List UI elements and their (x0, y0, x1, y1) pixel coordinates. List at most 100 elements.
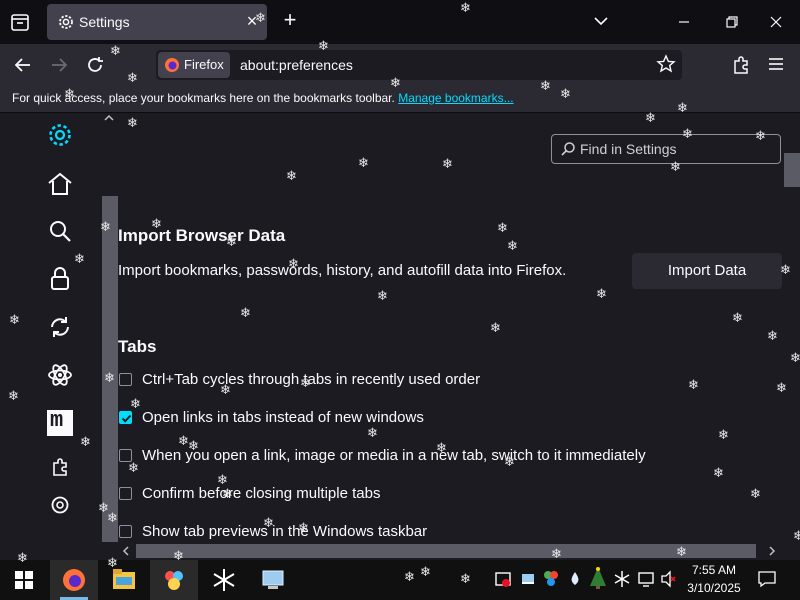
snowflake-icon[interactable] (614, 570, 630, 588)
url-text[interactable]: about:preferences (240, 57, 353, 73)
snowflake: ❄ (127, 116, 138, 131)
taskbar-app-control-panel[interactable] (250, 560, 298, 600)
find-in-settings-input[interactable] (580, 137, 776, 161)
search-icon (561, 142, 575, 156)
hamburger-menu-icon[interactable] (766, 54, 786, 74)
identity-label: Firefox (184, 57, 224, 72)
url-bar[interactable]: Firefox about:preferences (156, 50, 682, 80)
option-label: Confirm before closing multiple tabs (142, 485, 381, 502)
extensions-puzzle-icon[interactable] (730, 54, 752, 76)
windows-taskbar: 7:55 AM 3/10/2025 (0, 560, 800, 600)
checkbox[interactable] (119, 373, 132, 386)
snowflake: ❄ (688, 378, 699, 393)
close-tab-icon[interactable]: × (243, 12, 261, 30)
sidebar-item-experimental[interactable] (46, 361, 74, 389)
water-drop-icon[interactable] (567, 570, 583, 588)
option-label: When you open a link, image or media in … (142, 447, 646, 464)
tab-settings[interactable]: Settings × (47, 4, 267, 40)
checkbox[interactable] (119, 449, 132, 462)
snowflake-app-icon (213, 569, 235, 591)
sidebar-item-sync[interactable] (46, 313, 74, 341)
checkbox[interactable] (119, 525, 132, 538)
identity-box[interactable]: Firefox (158, 52, 230, 78)
windows-start-button[interactable] (0, 560, 48, 600)
snowflake: ❄ (596, 287, 607, 302)
checkbox-checked[interactable] (119, 411, 132, 424)
snowflake: ❄ (497, 221, 508, 236)
windows-start-icon (15, 571, 33, 589)
battery-icon[interactable] (520, 570, 536, 588)
bookmarks-prompt-text: For quick access, place your bookmarks h… (12, 91, 395, 105)
list-all-tabs-icon[interactable] (8, 10, 32, 34)
notification-icon[interactable] (758, 570, 776, 588)
option-label: Show tab previews in the Windows taskbar (142, 523, 428, 540)
snowflake: ❄ (645, 111, 656, 126)
volume-muted-icon[interactable] (660, 570, 676, 588)
taskbar-app-snowflake[interactable] (200, 560, 248, 600)
clock-date[interactable]: 3/10/2025 (678, 581, 750, 595)
sidebar-item-privacy[interactable] (46, 265, 74, 293)
snowflake: ❄ (442, 157, 453, 172)
close-window-icon[interactable] (766, 12, 786, 32)
snowflake: ❄ (128, 461, 139, 476)
gear-icon (59, 15, 73, 29)
bookmark-star-icon[interactable] (656, 54, 676, 74)
firefox-icon (63, 569, 85, 591)
snowflake: ❄ (490, 321, 501, 336)
taskbar-app-file-explorer[interactable] (100, 560, 148, 600)
snowflake: ❄ (367, 426, 378, 441)
sidebar-item-more-from-mozilla[interactable]: m (47, 408, 73, 436)
sidebar-item-support[interactable] (50, 495, 70, 515)
sidebar-item-home[interactable] (46, 170, 74, 198)
taskbar-app[interactable] (150, 560, 198, 600)
scroll-up-arrow-icon[interactable] (103, 112, 115, 124)
security-icon[interactable] (495, 570, 511, 588)
network-share-icon[interactable] (543, 570, 559, 588)
snowflake: ❄ (286, 169, 297, 184)
find-in-settings-box[interactable] (551, 134, 781, 164)
scroll-right-arrow-icon[interactable] (766, 545, 778, 557)
back-arrow-icon[interactable] (12, 54, 34, 76)
forward-arrow-icon[interactable] (48, 54, 70, 76)
snowflake: ❄ (713, 466, 724, 481)
tabs-section-heading: Tabs (118, 337, 157, 356)
restore-icon[interactable] (722, 12, 742, 32)
snowflake: ❄ (732, 311, 743, 326)
snowflake: ❄ (240, 306, 251, 321)
import-section-heading: Import Browser Data (118, 226, 286, 245)
snowflake: ❄ (377, 289, 388, 304)
chevron-down-icon[interactable] (592, 12, 610, 30)
tab-strip: Settings × + (0, 0, 800, 44)
checkbox[interactable] (119, 487, 132, 500)
scroll-left-arrow-icon[interactable] (120, 545, 132, 557)
import-data-button[interactable]: Import Data (632, 253, 782, 289)
import-description: Import bookmarks, passwords, history, an… (118, 262, 567, 279)
page-scrollbar-thumb[interactable] (784, 153, 800, 187)
sidebar-item-extensions[interactable] (49, 456, 71, 478)
file-explorer-icon (113, 569, 135, 589)
clock-time[interactable]: 7:55 AM (678, 563, 750, 577)
minimize-icon[interactable] (674, 12, 694, 32)
horizontal-scrollbar-thumb[interactable] (136, 544, 756, 558)
new-tab-button[interactable]: + (280, 9, 300, 32)
option-label: Open links in tabs instead of new window… (142, 409, 424, 426)
reload-icon[interactable] (84, 54, 106, 76)
sidebar-item-search[interactable] (46, 217, 74, 245)
snowflake: ❄ (718, 428, 729, 443)
firefox-logo-icon (165, 58, 179, 72)
tree-icon[interactable] (588, 566, 608, 590)
taskbar-app-firefox[interactable] (50, 560, 98, 600)
tab-title: Settings (79, 14, 130, 30)
display-icon[interactable] (638, 570, 654, 588)
sidebar-scrollbar[interactable] (102, 196, 118, 542)
sidebar-item-general[interactable] (46, 121, 74, 149)
bookmarks-toolbar: For quick access, place your bookmarks h… (0, 86, 800, 113)
control-panel-icon (262, 570, 284, 589)
app-icon (165, 571, 183, 590)
navigation-toolbar: Firefox about:preferences (0, 44, 800, 86)
manage-bookmarks-link[interactable]: Manage bookmarks... (398, 91, 513, 105)
bookmarks-toolbar-message: For quick access, place your bookmarks h… (12, 91, 514, 105)
snowflake: ❄ (507, 239, 518, 254)
snowflake: ❄ (130, 397, 141, 412)
mozilla-m-icon: m (50, 408, 64, 433)
